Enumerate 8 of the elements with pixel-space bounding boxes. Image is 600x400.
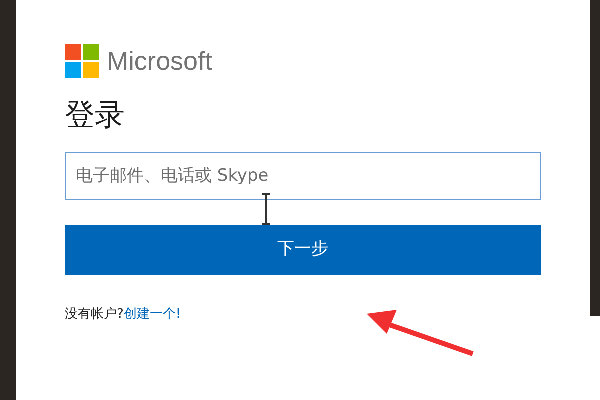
email-field[interactable]: 电子邮件、电话或 Skype bbox=[65, 152, 541, 200]
logo-icon bbox=[65, 44, 99, 78]
signup-text: 没有帐户?创建一个! bbox=[65, 306, 182, 324]
text-cursor-icon bbox=[260, 193, 272, 225]
logo-text: Microsoft bbox=[107, 48, 212, 74]
page-heading: 登录 bbox=[65, 98, 126, 134]
next-button[interactable]: 下一步 bbox=[65, 225, 541, 275]
create-account-link[interactable]: 创建一个! bbox=[124, 307, 182, 322]
